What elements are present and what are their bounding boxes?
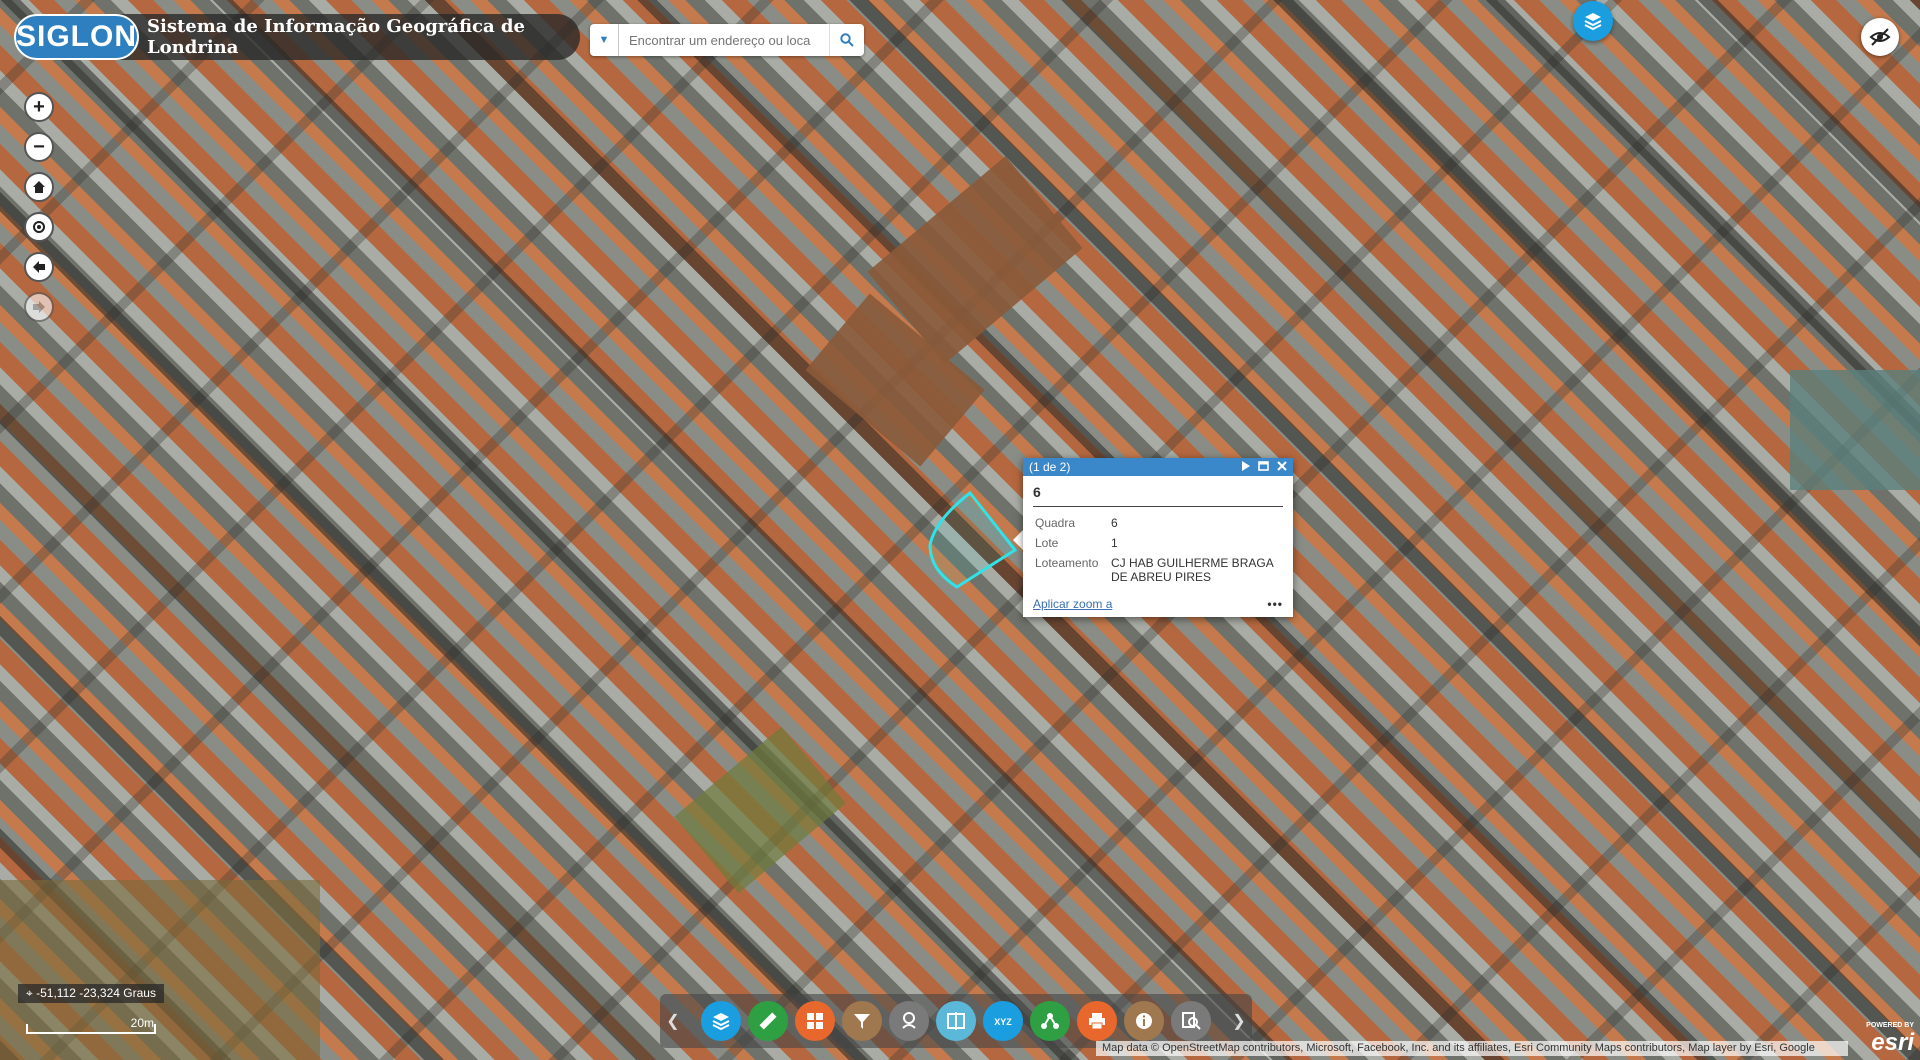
toolbar-prev-button[interactable]: ❮ bbox=[660, 994, 686, 1048]
draw-tool-button[interactable] bbox=[889, 1001, 929, 1041]
search-input[interactable] bbox=[627, 31, 821, 49]
table-row: Lote 1 bbox=[1031, 533, 1285, 553]
attribute-label: Lote bbox=[1035, 536, 1059, 550]
chevron-left-icon: ❮ bbox=[666, 1013, 680, 1030]
popup-title: 6 bbox=[1033, 484, 1283, 507]
share-icon bbox=[1041, 1013, 1059, 1029]
zoom-to-link[interactable]: Aplicar zoom a bbox=[1033, 597, 1112, 611]
attribute-label: Quadra bbox=[1035, 516, 1076, 530]
map-feature bbox=[1790, 370, 1920, 490]
print-icon bbox=[1089, 1013, 1105, 1030]
layer-list-button[interactable] bbox=[1573, 1, 1613, 41]
home-icon bbox=[33, 181, 45, 193]
search-source-dropdown[interactable]: ▼ bbox=[590, 24, 619, 56]
feature-popup: (1 de 2) 6 Quadra 6 Lote 1 Loteamento CJ… bbox=[1023, 458, 1293, 617]
app-logo[interactable]: SIGLON bbox=[14, 14, 140, 60]
table-row: Loteamento CJ HAB GUILHERME BRAGA DE ABR… bbox=[1031, 553, 1285, 587]
attribute-value: 1 bbox=[1111, 536, 1118, 550]
locate-icon bbox=[33, 221, 45, 233]
draw-icon bbox=[902, 1012, 916, 1029]
popup-attribute-table: Quadra 6 Lote 1 Loteamento CJ HAB GUILHE… bbox=[1031, 513, 1285, 587]
layers-icon bbox=[712, 1013, 730, 1031]
arrow-right-icon bbox=[33, 301, 45, 313]
toolbar-next-button[interactable]: ❯ bbox=[1226, 994, 1252, 1048]
svg-text:XYZ: XYZ bbox=[994, 1017, 1012, 1027]
zoom-in-button[interactable]: + bbox=[24, 92, 54, 122]
powered-by-label: POWERED BY bbox=[1866, 1022, 1914, 1029]
swipe-tool-button[interactable] bbox=[936, 1001, 976, 1041]
search-button[interactable] bbox=[829, 24, 864, 56]
caret-down-icon: ▼ bbox=[598, 34, 610, 46]
previous-extent-button[interactable] bbox=[24, 252, 54, 282]
coordinate-readout[interactable]: ⌖ -51,112 -23,324 Graus bbox=[18, 984, 164, 1003]
esri-wordmark: esri bbox=[1871, 1029, 1914, 1056]
layers-icon bbox=[1584, 13, 1602, 31]
bottom-toolbar: ❮ XYZ ❯ bbox=[660, 994, 1252, 1048]
map-attribution: Map data © OpenStreetMap contributors, M… bbox=[1096, 1041, 1848, 1056]
popup-header: (1 de 2) bbox=[1023, 458, 1293, 476]
attribute-label: Loteamento bbox=[1035, 556, 1099, 570]
chevron-right-icon: ❯ bbox=[1232, 1013, 1246, 1030]
basemap-tool-button[interactable] bbox=[795, 1001, 835, 1041]
play-icon bbox=[1242, 461, 1250, 471]
app-title: Sistema de Informação Geográfica de Lond… bbox=[147, 16, 525, 58]
plus-icon: + bbox=[33, 95, 45, 118]
maximize-button[interactable] bbox=[1258, 460, 1269, 474]
popup-pointer bbox=[1013, 530, 1023, 550]
query-tool-button[interactable] bbox=[1171, 1001, 1211, 1041]
toolbar-buttons: XYZ bbox=[686, 1001, 1226, 1041]
measure-tool-button[interactable] bbox=[748, 1001, 788, 1041]
next-extent-button[interactable] bbox=[24, 292, 54, 322]
info-tool-button[interactable] bbox=[1124, 1001, 1164, 1041]
arrow-left-icon bbox=[33, 261, 45, 273]
selected-parcel-outline bbox=[928, 490, 1018, 589]
ruler-icon bbox=[759, 1012, 777, 1030]
crosshair-icon: ⌖ bbox=[26, 986, 33, 1000]
info-icon bbox=[1136, 1013, 1152, 1029]
popup-footer: Aplicar zoom a ••• bbox=[1033, 597, 1283, 611]
attribute-value: CJ HAB GUILHERME BRAGA DE ABREU PIRES bbox=[1111, 556, 1274, 584]
more-actions-button[interactable]: ••• bbox=[1267, 597, 1283, 611]
attribute-value: 6 bbox=[1111, 516, 1118, 530]
share-tool-button[interactable] bbox=[1030, 1001, 1070, 1041]
funnel-icon bbox=[854, 1014, 870, 1029]
xyz-icon: XYZ bbox=[994, 1017, 1012, 1027]
query-icon bbox=[1182, 1012, 1201, 1030]
print-tool-button[interactable] bbox=[1077, 1001, 1117, 1041]
minus-icon: − bbox=[33, 135, 45, 158]
eye-off-icon bbox=[1869, 28, 1891, 46]
locate-button[interactable] bbox=[24, 212, 54, 242]
close-button[interactable] bbox=[1277, 460, 1287, 474]
filter-tool-button[interactable] bbox=[842, 1001, 882, 1041]
popup-pager: (1 de 2) bbox=[1029, 460, 1071, 474]
toggle-visibility-button[interactable] bbox=[1861, 18, 1899, 56]
table-row: Quadra 6 bbox=[1031, 513, 1285, 533]
next-feature-button[interactable] bbox=[1242, 460, 1250, 474]
layers-tool-button[interactable] bbox=[701, 1001, 741, 1041]
esri-logo: POWERED BY esri bbox=[1866, 1022, 1914, 1057]
close-icon bbox=[1277, 461, 1287, 471]
maximize-icon bbox=[1258, 461, 1269, 471]
grid-icon bbox=[807, 1013, 823, 1029]
scale-bar: 20m bbox=[26, 1016, 156, 1034]
swipe-icon bbox=[947, 1012, 965, 1030]
app-header: SIGLON Sistema de Informação Geográfica … bbox=[14, 14, 580, 60]
search-icon bbox=[840, 33, 854, 47]
map-nav-controls: + − bbox=[24, 92, 54, 322]
map-feature bbox=[674, 726, 846, 894]
search-box: ▼ bbox=[590, 24, 864, 56]
scale-label: 20m bbox=[130, 1016, 154, 1030]
coordinate-text: -51,112 -23,324 Graus bbox=[36, 986, 156, 1000]
zoom-out-button[interactable]: − bbox=[24, 132, 54, 162]
xyz-tool-button[interactable]: XYZ bbox=[983, 1001, 1023, 1041]
home-button[interactable] bbox=[24, 172, 54, 202]
